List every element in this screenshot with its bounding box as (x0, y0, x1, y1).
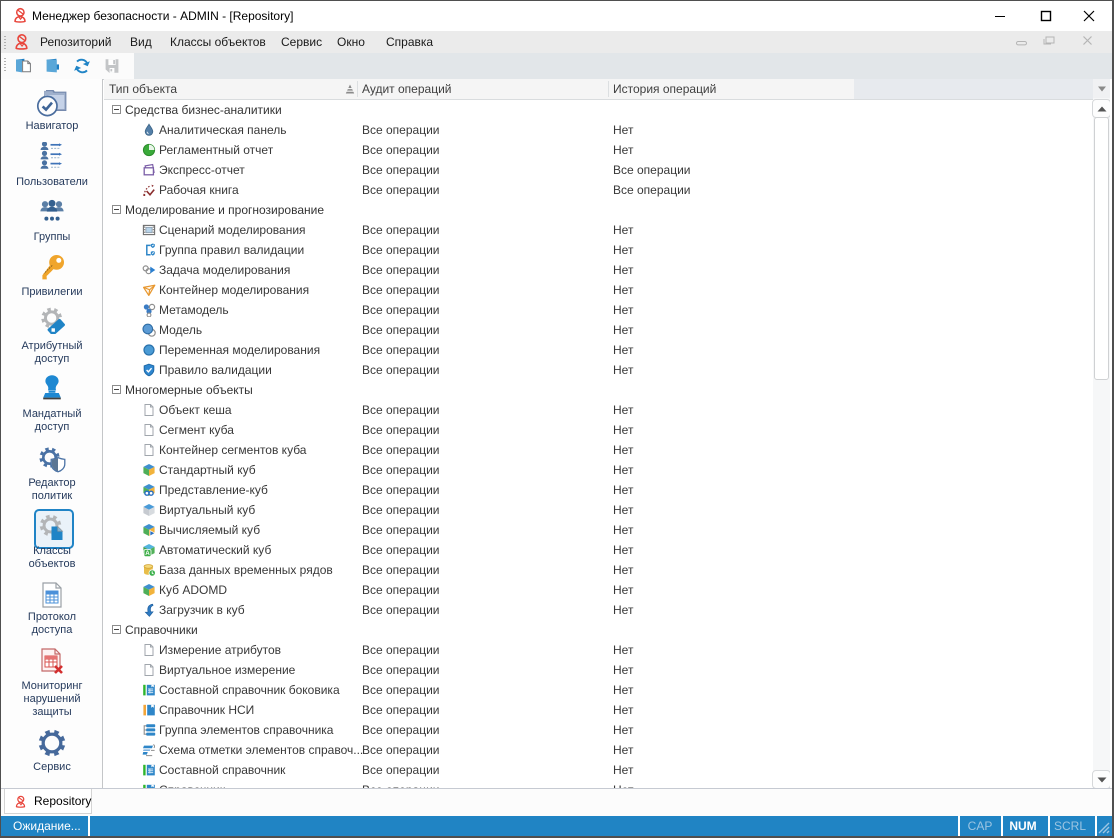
svg-text:A: A (145, 550, 150, 557)
